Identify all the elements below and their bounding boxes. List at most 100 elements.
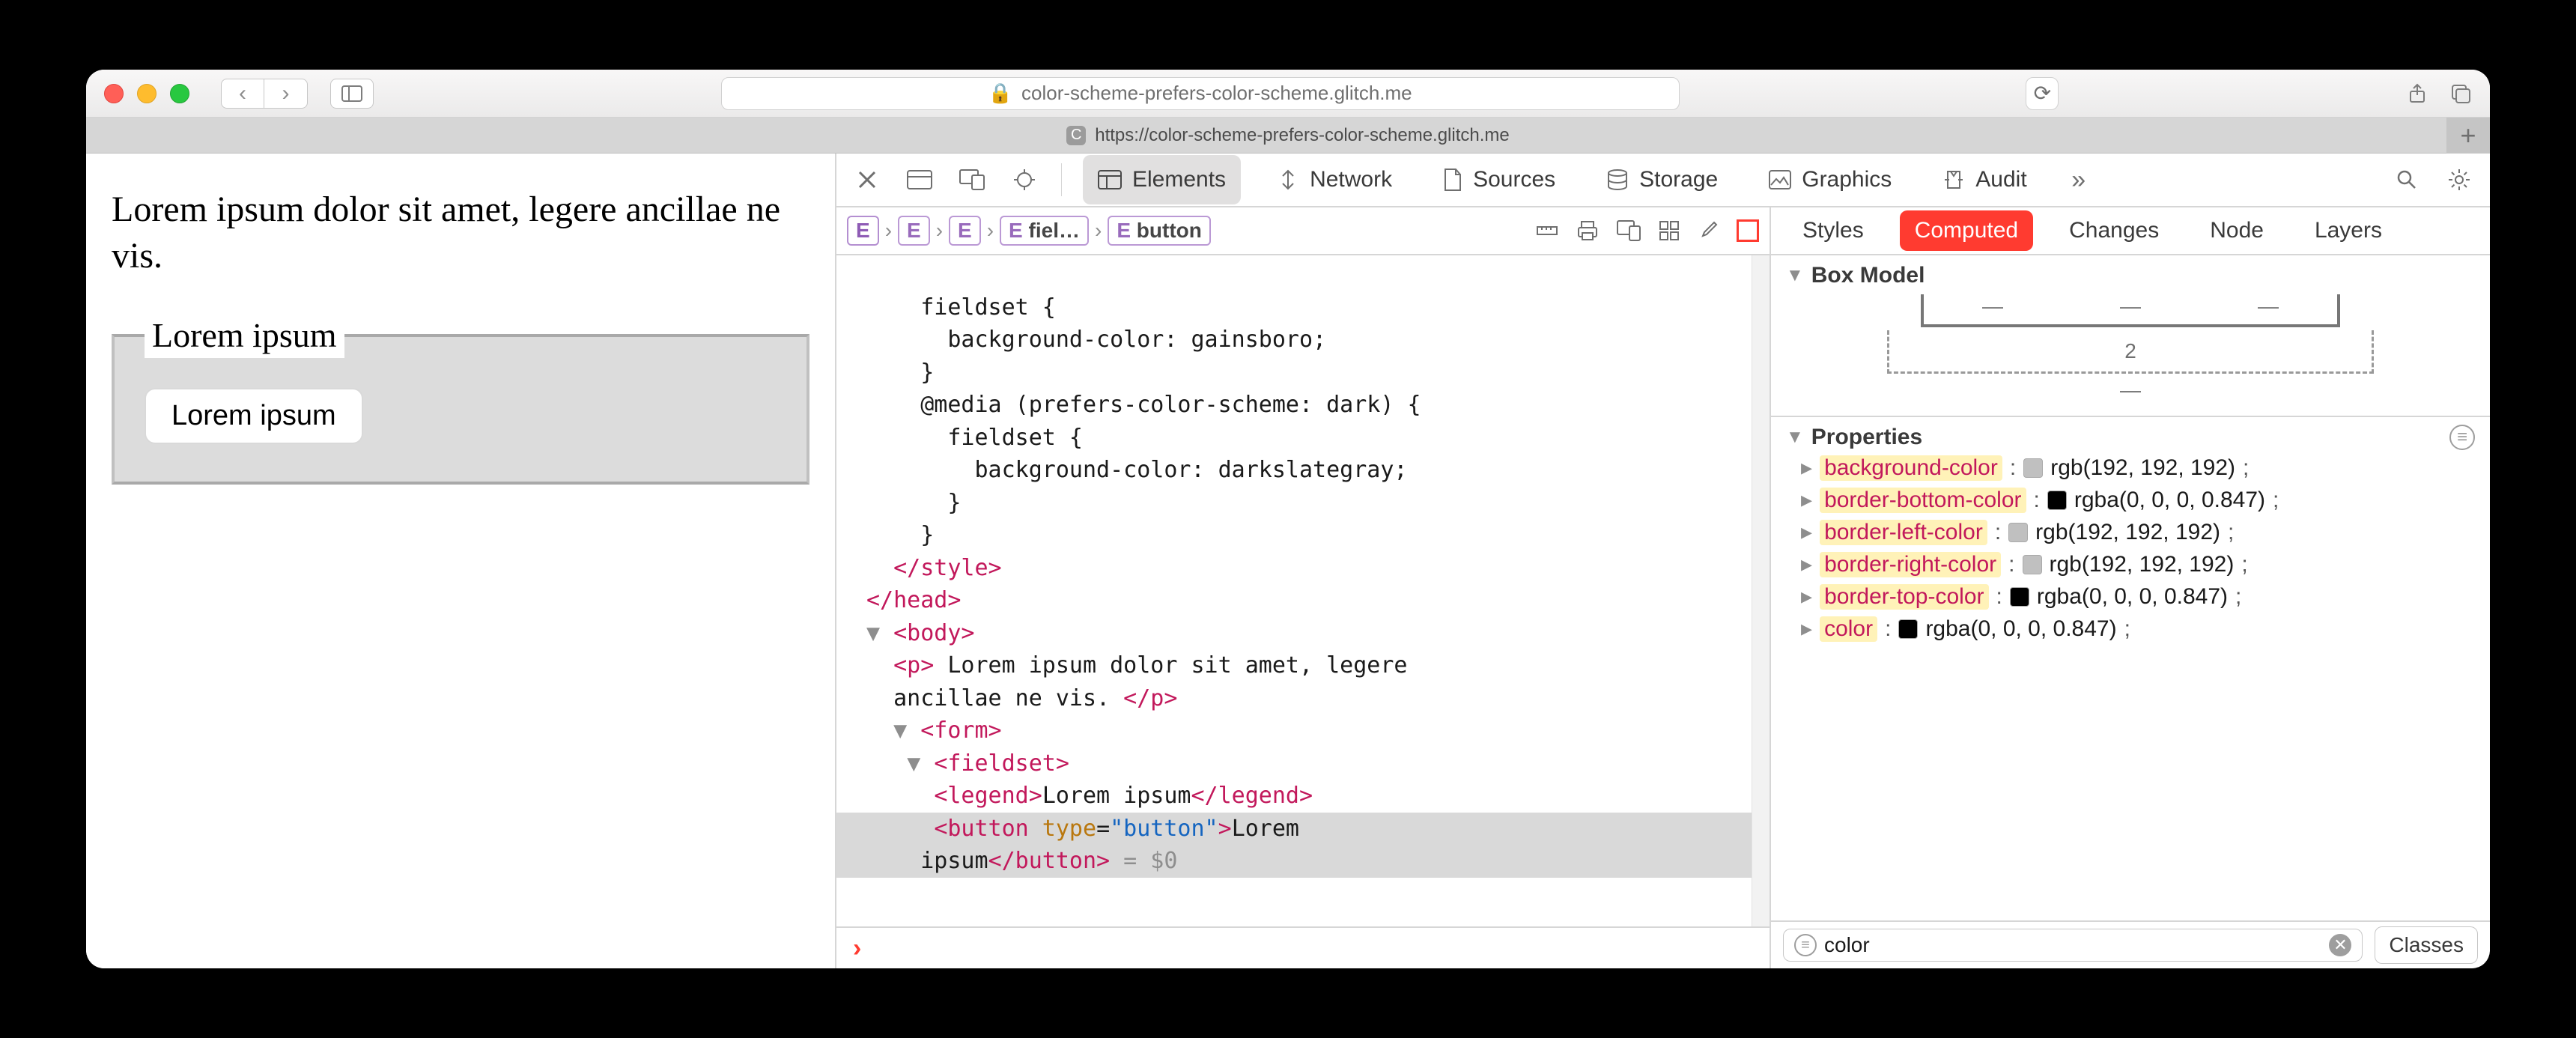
graphics-icon — [1769, 170, 1791, 189]
filter-input-text: color — [1824, 933, 1870, 957]
tab-title[interactable]: https://color-scheme-prefers-color-schem… — [1095, 125, 1510, 146]
page-paragraph: Lorem ipsum dolor sit amet, legere ancil… — [112, 186, 809, 280]
devtools-panel: Elements Network Sources Storage Graphic… — [835, 154, 2490, 968]
breadcrumb-item[interactable]: E button — [1108, 216, 1211, 246]
property-row[interactable]: ▸ background-color: rgb(192, 192, 192); — [1801, 455, 2460, 481]
maximize-window-button[interactable] — [170, 84, 189, 103]
content-area: Lorem ipsum dolor sit amet, legere ancil… — [86, 154, 2490, 968]
overflow-icon[interactable]: » — [2063, 164, 2094, 195]
color-swatch — [2023, 555, 2042, 574]
tab-elements[interactable]: Elements — [1083, 155, 1241, 204]
tab-audit[interactable]: Audit — [1928, 155, 2041, 204]
breadcrumb-item[interactable]: E fiel… — [1000, 216, 1089, 246]
computed-prop-value: rgba(0, 0, 0, 0.847) — [2037, 584, 2228, 610]
paint-flashing-icon[interactable] — [1737, 219, 1759, 242]
classes-button[interactable]: Classes — [2375, 926, 2478, 964]
ruler-icon[interactable] — [1536, 219, 1558, 242]
nav-buttons: ‹ › — [221, 79, 308, 109]
computed-prop-value: rgba(0, 0, 0, 0.847) — [1925, 616, 2116, 642]
titlebar-right-icons — [2406, 82, 2472, 105]
tab-favicon: C — [1066, 126, 1086, 145]
property-row[interactable]: ▸ border-top-color: rgba(0, 0, 0, 0.847)… — [1801, 583, 2460, 610]
sources-icon — [1443, 168, 1462, 192]
tab-node[interactable]: Node — [2195, 210, 2279, 251]
tab-computed[interactable]: Computed — [1900, 210, 2033, 251]
responsive-icon[interactable] — [1617, 220, 1641, 241]
computed-prop-name: border-bottom-color — [1820, 488, 2026, 513]
device-icon[interactable] — [956, 164, 988, 195]
properties-filter-row: ≡ color ✕ Classes — [1771, 920, 2490, 968]
clear-filter-icon[interactable]: ✕ — [2329, 934, 2351, 956]
dock-icon[interactable] — [904, 164, 935, 195]
print-icon[interactable] — [1576, 219, 1599, 242]
disclosure-triangle-icon[interactable]: ▼ — [1786, 265, 1804, 286]
devtools-toolbar: Elements Network Sources Storage Graphic… — [836, 154, 2490, 207]
devtools-body: E › E › E › E fiel… › E button — [836, 207, 2490, 968]
tab-changes[interactable]: Changes — [2054, 210, 2174, 251]
page-button[interactable]: Lorem ipsum — [145, 388, 363, 444]
properties-title: Properties — [1811, 425, 1922, 450]
disclosure-triangle-icon: ▸ — [1801, 519, 1812, 545]
tab-layers[interactable]: Layers — [2300, 210, 2397, 251]
box-model-diagram: ——— 2 — — [1786, 288, 2475, 408]
property-row[interactable]: ▸ border-bottom-color: rgba(0, 0, 0, 0.8… — [1801, 487, 2460, 513]
disclosure-triangle-icon: ▸ — [1801, 616, 1812, 642]
breadcrumb-item[interactable]: E — [847, 216, 879, 246]
console-input-strip[interactable]: › — [836, 926, 1770, 968]
dom-source-tree[interactable]: fieldset { background-color: gainsboro; … — [836, 255, 1752, 926]
computed-prop-value: rgb(192, 192, 192) — [2035, 520, 2220, 545]
color-swatch — [2010, 587, 2029, 607]
chevron-right-icon: › — [1095, 219, 1102, 243]
tab-graphics[interactable]: Graphics — [1754, 155, 1907, 204]
minimize-window-button[interactable] — [137, 84, 157, 103]
url-text: color-scheme-prefers-color-scheme.glitch… — [1021, 82, 1412, 105]
brush-icon[interactable] — [1698, 220, 1719, 241]
audit-icon — [1942, 169, 1965, 191]
tab-strip: C https://color-scheme-prefers-color-sch… — [86, 118, 2490, 154]
color-swatch — [1898, 619, 1918, 639]
computed-prop-value: rgb(192, 192, 192) — [2050, 455, 2235, 481]
disclosure-triangle-icon: ▸ — [1801, 551, 1812, 577]
search-icon[interactable] — [2391, 164, 2422, 195]
filter-badge-icon[interactable]: ≡ — [2449, 425, 2475, 450]
computed-property-list: ▸ background-color: rgb(192, 192, 192); ▸… — [1786, 450, 2475, 646]
new-tab-button[interactable]: + — [2446, 118, 2490, 154]
disclosure-triangle-icon[interactable]: ▼ — [1786, 427, 1804, 448]
inspect-icon[interactable] — [1009, 164, 1040, 195]
close-window-button[interactable] — [104, 84, 124, 103]
tab-styles[interactable]: Styles — [1787, 210, 1879, 251]
breadcrumb-item[interactable]: E — [949, 216, 981, 246]
tab-sources[interactable]: Sources — [1428, 155, 1570, 204]
color-swatch — [2047, 491, 2067, 510]
back-button[interactable]: ‹ — [221, 79, 264, 109]
chevron-right-icon: › — [885, 219, 892, 243]
grid-icon[interactable] — [1659, 220, 1680, 241]
gear-icon[interactable] — [2443, 164, 2475, 195]
property-row[interactable]: ▸ border-right-color: rgb(192, 192, 192)… — [1801, 551, 2460, 577]
breadcrumb-item[interactable]: E — [898, 216, 930, 246]
computed-prop-value: rgb(192, 192, 192) — [2050, 552, 2235, 577]
url-field[interactable]: 🔒 color-scheme-prefers-color-scheme.glit… — [721, 77, 1680, 110]
browser-window: ‹ › 🔒 color-scheme-prefers-color-scheme.… — [86, 70, 2490, 968]
share-icon[interactable] — [2406, 82, 2428, 105]
computed-prop-name: border-top-color — [1820, 584, 1988, 610]
reload-button[interactable]: ⟳ — [2026, 77, 2059, 110]
forward-button[interactable]: › — [264, 79, 308, 109]
chevron-right-icon: › — [936, 219, 943, 243]
color-swatch — [2023, 458, 2043, 478]
sidebar-toggle-button[interactable] — [330, 79, 374, 109]
elements-column: E › E › E › E fiel… › E button — [836, 207, 1771, 968]
tabs-overview-icon[interactable] — [2449, 82, 2472, 105]
computed-prop-value: rgba(0, 0, 0, 0.847) — [2074, 488, 2265, 513]
property-filter-input[interactable]: ≡ color ✕ — [1783, 929, 2363, 962]
close-devtools-icon[interactable] — [851, 164, 883, 195]
tab-network[interactable]: Network — [1262, 155, 1407, 204]
tab-storage[interactable]: Storage — [1591, 155, 1733, 204]
source-scrollbar[interactable] — [1752, 255, 1770, 926]
computed-prop-name: border-right-color — [1820, 552, 2001, 577]
computed-prop-name: color — [1820, 616, 1877, 642]
disclosure-triangle-icon: ▸ — [1801, 487, 1812, 513]
property-row[interactable]: ▸ color: rgba(0, 0, 0, 0.847); — [1801, 616, 2460, 642]
property-row[interactable]: ▸ border-left-color: rgb(192, 192, 192); — [1801, 519, 2460, 545]
filter-icon: ≡ — [1794, 934, 1817, 956]
